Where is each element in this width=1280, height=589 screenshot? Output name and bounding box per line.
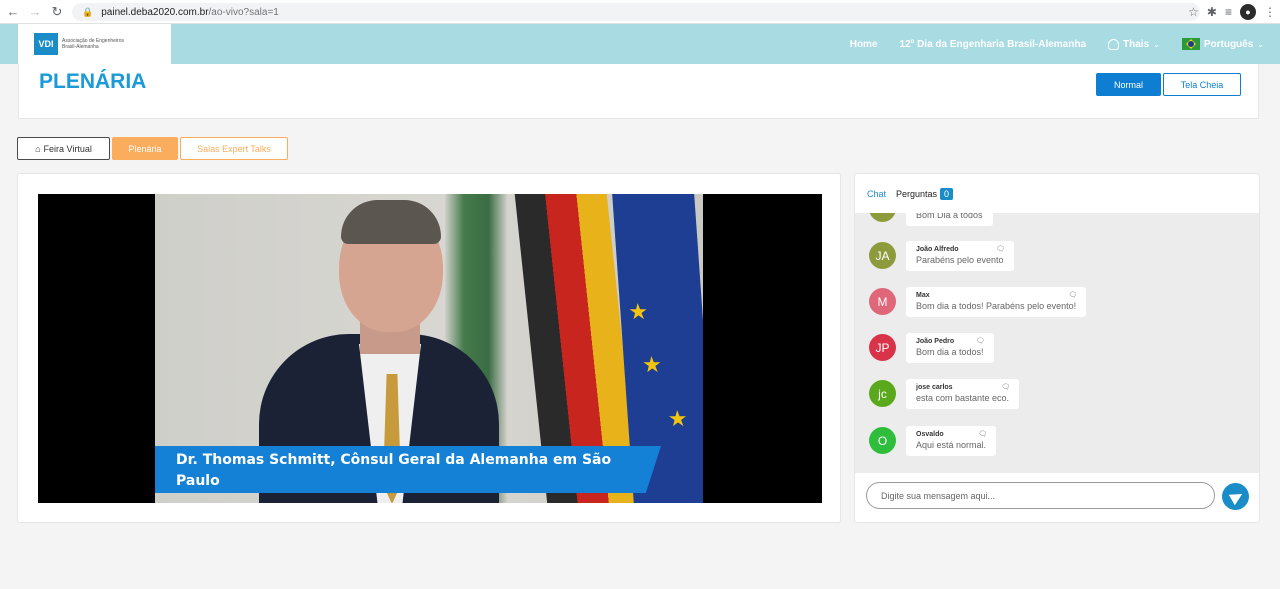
avatar: JA — [869, 242, 896, 269]
chat-message: JA João Alfredo Parabéns pelo evento 🗨 — [869, 241, 1014, 276]
brazil-flag-icon — [1181, 38, 1200, 50]
video-player[interactable]: ★ ★ ★ Dr. Thomas Schmitt, Cônsul Geral d… — [38, 194, 822, 503]
speaker-caption-banner: Dr. Thomas Schmitt, Cônsul Geral da Alem… — [155, 446, 661, 493]
message-bubble: jose carlos esta com bastante eco. 🗨 — [906, 379, 1020, 409]
message-text: Bom dia a todos! — [916, 347, 984, 357]
vdi-logo-mark: VDI — [34, 33, 58, 55]
title-card: PLENÁRIA Normal Tela Cheia — [18, 64, 1259, 119]
logo-caption-line-2: Brasil-Alemanha — [62, 44, 99, 50]
message-author: Osvaldo — [916, 431, 944, 438]
bookmark-star-icon[interactable]: ☆ — [1188, 5, 1199, 19]
page-title: PLENÁRIA — [39, 70, 147, 93]
tab-feira-virtual[interactable]: ⌂ Feira Virtual — [17, 137, 110, 160]
chat-messages[interactable]: Bom Dia a todos JA João Alfredo Parabéns… — [855, 213, 1259, 473]
view-normal-button[interactable]: Normal — [1096, 73, 1161, 96]
chat-tabs: Chat Perguntas 0 — [867, 186, 954, 202]
questions-count-badge: 0 — [940, 188, 954, 200]
message-bubble: Osvaldo Aqui está normal. 🗨 — [906, 426, 997, 456]
tab-perguntas-label: Perguntas — [896, 189, 938, 199]
tab-plenaria-label: Plenária — [128, 143, 162, 154]
avatar: M — [869, 288, 896, 315]
chat-message: JP João Pedro Bom dia a todos! 🗨 — [869, 333, 994, 368]
chevron-down-icon: ⌄ — [1153, 39, 1160, 49]
reply-icon[interactable]: 🗨 — [976, 337, 985, 345]
reply-icon[interactable]: 🗨 — [1001, 383, 1010, 391]
reload-icon[interactable]: ↻ — [46, 0, 68, 24]
forward-icon[interactable]: → — [24, 0, 46, 24]
message-bubble: João Alfredo Parabéns pelo evento 🗨 — [906, 241, 1014, 271]
tab-feira-label: Feira Virtual — [43, 143, 92, 154]
browser-toolbar: ← → ↻ 🔒 painel.deba2020.com.br/ao-vivo?s… — [0, 0, 1280, 24]
extensions-icon[interactable]: ✱ — [1207, 5, 1217, 19]
message-text: Parabéns pelo evento — [916, 255, 1004, 265]
chevron-down-icon: ⌄ — [1257, 39, 1264, 49]
speaker-caption: Dr. Thomas Schmitt, Cônsul Geral da Alem… — [176, 452, 612, 489]
avatar: jc — [869, 380, 896, 407]
message-text: Bom dia a todos! Parabéns pelo evento! — [916, 301, 1077, 311]
chat-message: O Osvaldo Aqui está normal. 🗨 — [869, 426, 997, 461]
vdi-logo[interactable]: VDI Associação de Engenheiros Brasil-Ale… — [18, 24, 171, 64]
avatar — [869, 213, 896, 222]
main-nav: Home 12º Dia da Engenharia Brasil-Aleman… — [850, 24, 1264, 64]
language-label: Português — [1203, 38, 1254, 50]
reply-icon[interactable]: 🗨 — [978, 430, 987, 438]
message-text: Bom Dia a todos — [916, 213, 983, 220]
logo-caption: Associação de Engenheiros Brasil-Alemanh… — [62, 38, 124, 50]
video-card: ★ ★ ★ Dr. Thomas Schmitt, Cônsul Geral d… — [17, 173, 841, 523]
message-author: João Alfredo — [916, 246, 959, 253]
speaker-hair — [341, 200, 441, 244]
home-icon: ⌂ — [35, 143, 41, 154]
message-bubble: Max Bom dia a todos! Parabéns pelo event… — [906, 287, 1087, 317]
browser-menu-icon[interactable]: ⋮ — [1264, 5, 1276, 19]
tab-perguntas[interactable]: Perguntas 0 — [896, 188, 954, 200]
chat-message: Bom Dia a todos — [869, 213, 993, 229]
send-icon — [1228, 488, 1245, 505]
profile-avatar[interactable]: ● — [1240, 4, 1256, 20]
message-author: jose carlos — [916, 384, 953, 391]
tab-salas-expert-talks[interactable]: Salas Expert Talks — [180, 137, 288, 160]
chat-message: jc jose carlos esta com bastante eco. 🗨 — [869, 379, 1020, 414]
lock-icon: 🔒 — [82, 6, 94, 17]
avatar: O — [869, 427, 896, 454]
view-fullscreen-button[interactable]: Tela Cheia — [1163, 73, 1241, 96]
reading-list-icon[interactable]: ≡ — [1225, 5, 1232, 19]
message-author: João Pedro — [916, 338, 955, 345]
message-text: Aqui está normal. — [916, 440, 987, 450]
url-path: /ao-vivo?sala=1 — [208, 6, 279, 18]
site-header: VDI Associação de Engenheiros Brasil-Ale… — [0, 24, 1280, 64]
browser-actions: ☆ ✱ ≡ ● ⋮ — [1188, 0, 1276, 24]
user-icon — [1108, 38, 1120, 50]
chat-panel: Chat Perguntas 0 Bom Dia a todos JA João… — [854, 173, 1260, 523]
send-button[interactable] — [1222, 483, 1249, 510]
reply-icon[interactable]: 🗨 — [1068, 291, 1077, 299]
chat-compose — [855, 473, 1259, 522]
reply-icon[interactable]: 🗨 — [996, 245, 1005, 253]
message-text: esta com bastante eco. — [916, 393, 1010, 403]
chat-message-input[interactable] — [866, 482, 1215, 509]
url-domain: painel.deba2020.com.br — [101, 6, 209, 18]
tab-plenaria[interactable]: Plenária — [112, 137, 178, 160]
tab-salas-label: Salas Expert Talks — [197, 143, 271, 154]
message-bubble: João Pedro Bom dia a todos! 🗨 — [906, 333, 994, 363]
message-bubble: Bom Dia a todos — [906, 213, 993, 226]
nav-user-menu[interactable]: Thais ⌄ — [1108, 38, 1160, 50]
avatar: JP — [869, 334, 896, 361]
url-text: painel.deba2020.com.br/ao-vivo?sala=1 — [101, 7, 279, 18]
message-author: Max — [916, 292, 930, 299]
nav-event[interactable]: 12º Dia da Engenharia Brasil-Alemanha — [900, 39, 1087, 50]
nav-home[interactable]: Home — [850, 39, 878, 50]
user-name: Thais — [1123, 38, 1150, 50]
back-icon[interactable]: ← — [2, 0, 24, 24]
chat-message: M Max Bom dia a todos! Parabéns pelo eve… — [869, 287, 1087, 322]
tab-chat[interactable]: Chat — [867, 189, 886, 199]
nav-language-menu[interactable]: Português ⌄ — [1181, 38, 1264, 50]
address-bar[interactable]: 🔒 painel.deba2020.com.br/ao-vivo?sala=1 — [72, 3, 1200, 21]
